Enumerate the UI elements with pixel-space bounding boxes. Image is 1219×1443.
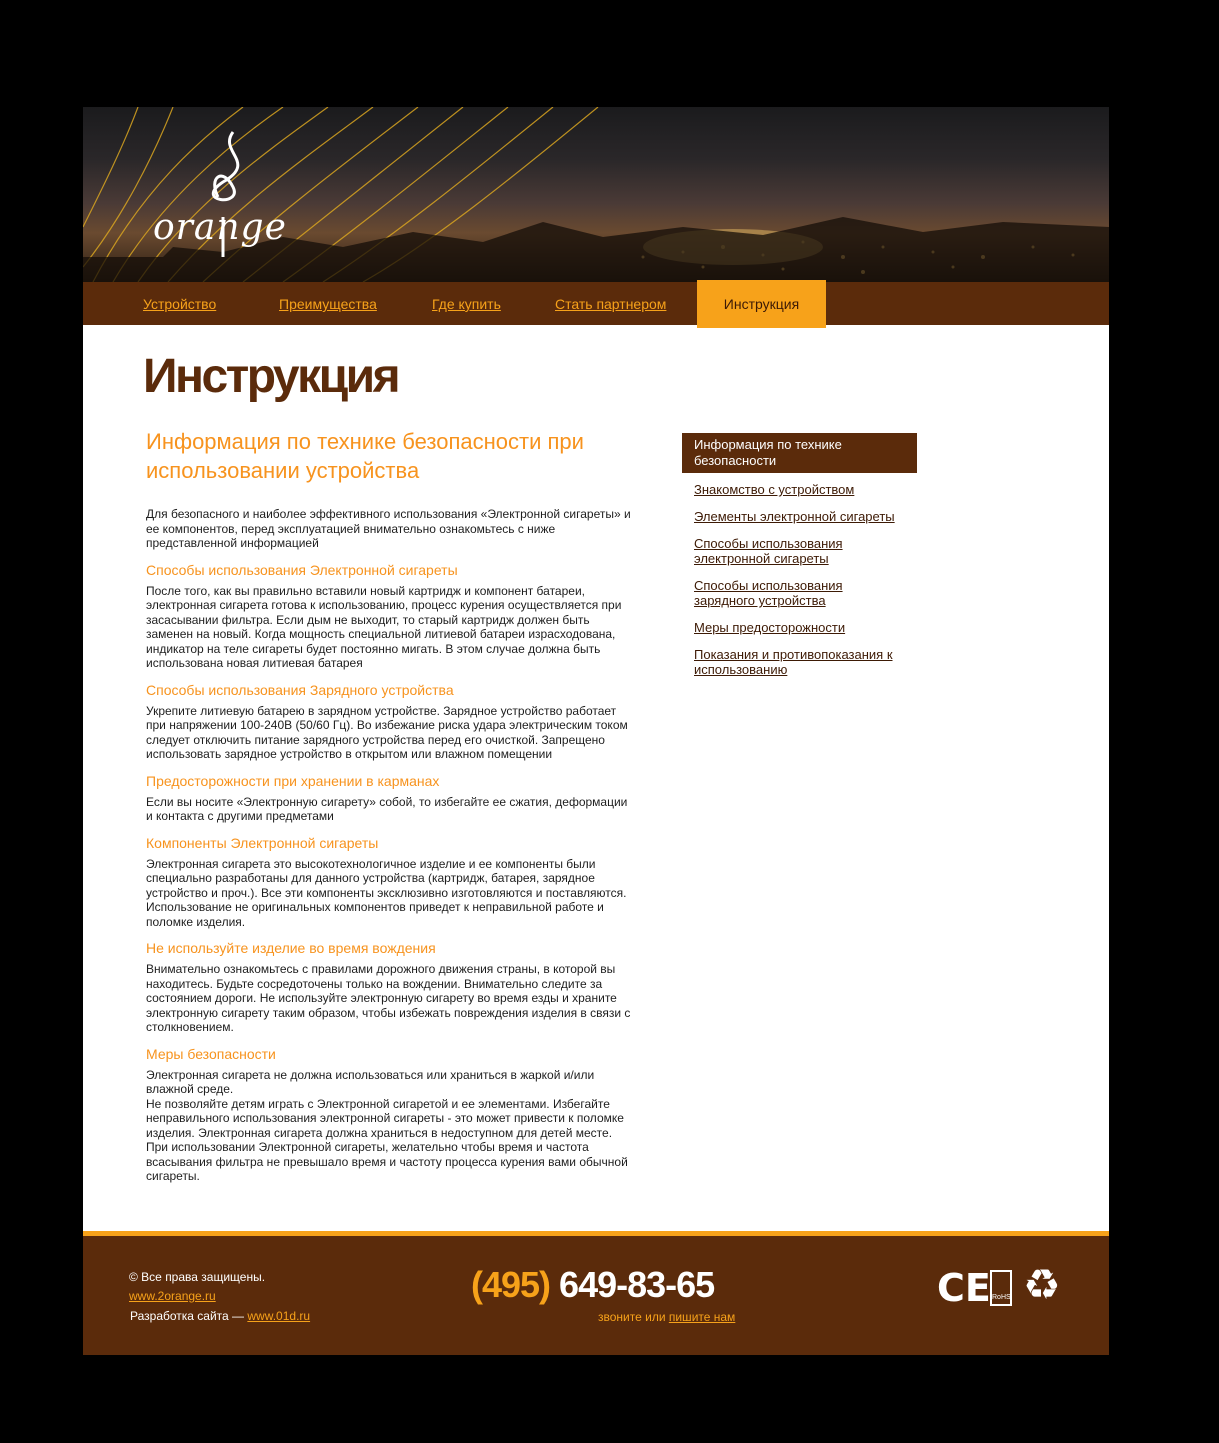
write-us-link[interactable]: пишите нам — [669, 1310, 735, 1324]
developer-label: Разработка сайта — — [130, 1309, 248, 1323]
banner-decoration — [83, 107, 1109, 282]
rohs-label: RoHS — [992, 1294, 1011, 1301]
nav-item-advantages[interactable]: Преимущества — [279, 282, 377, 325]
page-container: orange Устройство Преимущества Где купит… — [83, 107, 1109, 1355]
main-nav: Устройство Преимущества Где купить Стать… — [83, 280, 1109, 328]
intro-text: Для безопасного и наиболее эффективного … — [146, 507, 631, 550]
section-title: Способы использования Зарядного устройст… — [146, 681, 454, 698]
phone-code: (495) — [471, 1264, 551, 1305]
developer-credit: Разработка сайта — www.01d.ru — [130, 1309, 310, 1323]
section-title: Не используйте изделие во время вождения — [146, 940, 436, 956]
nav-item-device[interactable]: Устройство — [143, 282, 216, 325]
developer-link[interactable]: www.01d.ru — [247, 1309, 310, 1323]
side-link-intro[interactable]: Знакомство с устройством — [694, 482, 905, 497]
side-menu-active[interactable]: Информация по технике безопасности — [682, 433, 917, 473]
footer: © Все права защищены. www.2orange.ru Раз… — [83, 1236, 1109, 1355]
side-link-precautions[interactable]: Меры предосторожности — [694, 620, 905, 635]
site-link[interactable]: www.2orange.ru — [129, 1289, 216, 1303]
recycle-icon: ♻ — [1023, 1261, 1061, 1308]
side-link-elements[interactable]: Элементы электронной сигареты — [694, 509, 905, 524]
side-link-usage[interactable]: Способы использования электронной сигаре… — [694, 536, 905, 566]
rohs-icon: RoHS — [990, 1270, 1012, 1306]
section-title: Способы использования Электронной сигаре… — [146, 561, 458, 578]
section-text: Если вы носите «Электронную сигарету» со… — [146, 794, 628, 824]
side-menu: Информация по технике безопасности Знако… — [682, 433, 917, 677]
section-title: Предосторожности при хранении в карманах — [146, 772, 440, 789]
section-title: Меры безопасности — [146, 1045, 276, 1062]
side-link-indications[interactable]: Показания и противопоказания к использов… — [694, 647, 905, 677]
contact-line: звоните или пишите нам — [598, 1310, 735, 1324]
section-text: Внимательно ознакомьтесь с правилами дор… — [146, 962, 631, 1034]
section-text: Укрепите литиевую батарею в зарядном уст… — [146, 703, 628, 762]
section-title: Компоненты Электронной сигареты — [146, 834, 379, 851]
header-banner: orange — [83, 107, 1109, 282]
section-text: После того, как вы правильно вставили но… — [146, 583, 622, 671]
main-heading: Информация по технике безопасности при и… — [146, 429, 584, 483]
nav-item-where-to-buy[interactable]: Где купить — [432, 282, 501, 325]
logo[interactable]: orange — [153, 207, 286, 248]
section-text: Электронная сигарета не должна использов… — [146, 1067, 628, 1184]
section-text: Электронная сигарета это высокотехнологи… — [146, 856, 627, 929]
nav-item-partner[interactable]: Стать партнером — [555, 282, 666, 325]
main-content: Информация по технике безопасности при и… — [146, 427, 636, 1184]
nav-item-instruction[interactable]: Инструкция — [697, 280, 826, 328]
phone-digits: 649-83-65 — [550, 1264, 715, 1305]
page-title: Инструкция — [143, 350, 401, 403]
copyright: © Все права защищены. — [129, 1270, 266, 1284]
call-label: звоните или — [598, 1310, 669, 1324]
ce-mark-icon: CE — [937, 1266, 991, 1310]
side-link-charger[interactable]: Способы использования зарядного устройст… — [694, 578, 905, 608]
phone-number: (495) 649-83-65 — [471, 1264, 715, 1306]
